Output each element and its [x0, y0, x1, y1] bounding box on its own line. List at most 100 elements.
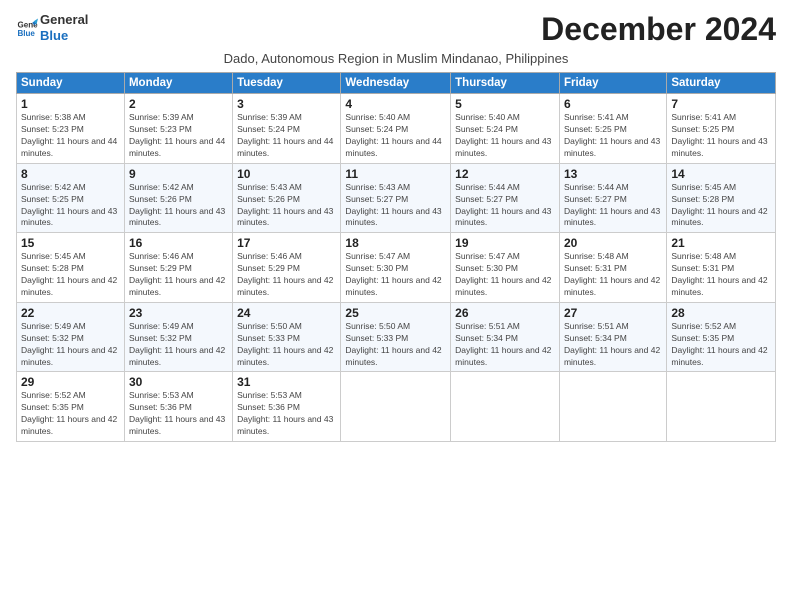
daylight-text: Daylight: 11 hours and 43 minutes.: [21, 206, 117, 228]
day-info: Sunrise: 5:39 AM Sunset: 5:23 PM Dayligh…: [129, 112, 228, 160]
sunrise-text: Sunrise: 5:39 AM: [129, 112, 194, 122]
table-row: 6 Sunrise: 5:41 AM Sunset: 5:25 PM Dayli…: [559, 94, 666, 164]
table-row: 28 Sunrise: 5:52 AM Sunset: 5:35 PM Dayl…: [667, 302, 776, 372]
sunset-text: Sunset: 5:28 PM: [671, 194, 734, 204]
col-wednesday: Wednesday: [341, 73, 451, 94]
day-number: 11: [345, 167, 446, 181]
sunset-text: Sunset: 5:25 PM: [564, 124, 627, 134]
table-row: 25 Sunrise: 5:50 AM Sunset: 5:33 PM Dayl…: [341, 302, 451, 372]
daylight-text: Daylight: 11 hours and 42 minutes.: [345, 275, 441, 297]
daylight-text: Daylight: 11 hours and 42 minutes.: [345, 345, 441, 367]
daylight-text: Daylight: 11 hours and 43 minutes.: [237, 206, 333, 228]
calendar-week-row: 22 Sunrise: 5:49 AM Sunset: 5:32 PM Dayl…: [17, 302, 776, 372]
day-info: Sunrise: 5:51 AM Sunset: 5:34 PM Dayligh…: [564, 321, 662, 369]
sunrise-text: Sunrise: 5:42 AM: [21, 182, 86, 192]
logo: General Blue General Blue: [16, 12, 88, 43]
table-row: 30 Sunrise: 5:53 AM Sunset: 5:36 PM Dayl…: [124, 372, 232, 442]
day-number: 8: [21, 167, 120, 181]
table-row: 4 Sunrise: 5:40 AM Sunset: 5:24 PM Dayli…: [341, 94, 451, 164]
table-row: 14 Sunrise: 5:45 AM Sunset: 5:28 PM Dayl…: [667, 163, 776, 233]
table-row: 21 Sunrise: 5:48 AM Sunset: 5:31 PM Dayl…: [667, 233, 776, 303]
calendar-header-row: Sunday Monday Tuesday Wednesday Thursday…: [17, 73, 776, 94]
day-info: Sunrise: 5:46 AM Sunset: 5:29 PM Dayligh…: [129, 251, 228, 299]
table-row: 10 Sunrise: 5:43 AM Sunset: 5:26 PM Dayl…: [233, 163, 341, 233]
daylight-text: Daylight: 11 hours and 43 minutes.: [129, 414, 225, 436]
day-info: Sunrise: 5:40 AM Sunset: 5:24 PM Dayligh…: [455, 112, 555, 160]
sunrise-text: Sunrise: 5:53 AM: [237, 390, 302, 400]
sunrise-text: Sunrise: 5:41 AM: [671, 112, 736, 122]
day-info: Sunrise: 5:44 AM Sunset: 5:27 PM Dayligh…: [564, 182, 662, 230]
table-row: [559, 372, 666, 442]
daylight-text: Daylight: 11 hours and 43 minutes.: [237, 414, 333, 436]
daylight-text: Daylight: 11 hours and 43 minutes.: [129, 206, 225, 228]
sunrise-text: Sunrise: 5:46 AM: [129, 251, 194, 261]
day-info: Sunrise: 5:52 AM Sunset: 5:35 PM Dayligh…: [671, 321, 771, 369]
day-number: 28: [671, 306, 771, 320]
day-info: Sunrise: 5:42 AM Sunset: 5:26 PM Dayligh…: [129, 182, 228, 230]
day-info: Sunrise: 5:53 AM Sunset: 5:36 PM Dayligh…: [129, 390, 228, 438]
daylight-text: Daylight: 11 hours and 43 minutes.: [564, 136, 660, 158]
calendar-week-row: 29 Sunrise: 5:52 AM Sunset: 5:35 PM Dayl…: [17, 372, 776, 442]
page: General Blue General Blue December 2024 …: [0, 0, 792, 612]
day-number: 17: [237, 236, 336, 250]
sunset-text: Sunset: 5:23 PM: [129, 124, 192, 134]
daylight-text: Daylight: 11 hours and 42 minutes.: [21, 345, 117, 367]
col-sunday: Sunday: [17, 73, 125, 94]
logo-icon: General Blue: [16, 17, 38, 39]
daylight-text: Daylight: 11 hours and 42 minutes.: [455, 275, 551, 297]
sunrise-text: Sunrise: 5:46 AM: [237, 251, 302, 261]
day-info: Sunrise: 5:53 AM Sunset: 5:36 PM Dayligh…: [237, 390, 336, 438]
day-info: Sunrise: 5:40 AM Sunset: 5:24 PM Dayligh…: [345, 112, 446, 160]
daylight-text: Daylight: 11 hours and 42 minutes.: [237, 275, 333, 297]
day-number: 3: [237, 97, 336, 111]
daylight-text: Daylight: 11 hours and 44 minutes.: [237, 136, 333, 158]
daylight-text: Daylight: 11 hours and 42 minutes.: [129, 275, 225, 297]
day-number: 30: [129, 375, 228, 389]
daylight-text: Daylight: 11 hours and 44 minutes.: [129, 136, 225, 158]
sunset-text: Sunset: 5:26 PM: [129, 194, 192, 204]
sunrise-text: Sunrise: 5:45 AM: [21, 251, 86, 261]
day-number: 13: [564, 167, 662, 181]
day-info: Sunrise: 5:47 AM Sunset: 5:30 PM Dayligh…: [455, 251, 555, 299]
day-info: Sunrise: 5:50 AM Sunset: 5:33 PM Dayligh…: [345, 321, 446, 369]
daylight-text: Daylight: 11 hours and 43 minutes.: [455, 206, 551, 228]
day-number: 27: [564, 306, 662, 320]
svg-text:Blue: Blue: [17, 29, 35, 38]
sunset-text: Sunset: 5:27 PM: [345, 194, 408, 204]
daylight-text: Daylight: 11 hours and 42 minutes.: [671, 345, 767, 367]
day-info: Sunrise: 5:51 AM Sunset: 5:34 PM Dayligh…: [455, 321, 555, 369]
daylight-text: Daylight: 11 hours and 42 minutes.: [21, 414, 117, 436]
daylight-text: Daylight: 11 hours and 42 minutes.: [237, 345, 333, 367]
table-row: 5 Sunrise: 5:40 AM Sunset: 5:24 PM Dayli…: [451, 94, 560, 164]
daylight-text: Daylight: 11 hours and 42 minutes.: [564, 275, 660, 297]
table-row: 12 Sunrise: 5:44 AM Sunset: 5:27 PM Dayl…: [451, 163, 560, 233]
daylight-text: Daylight: 11 hours and 44 minutes.: [21, 136, 117, 158]
daylight-text: Daylight: 11 hours and 44 minutes.: [345, 136, 441, 158]
daylight-text: Daylight: 11 hours and 42 minutes.: [671, 206, 767, 228]
sunset-text: Sunset: 5:33 PM: [237, 333, 300, 343]
day-number: 1: [21, 97, 120, 111]
calendar-week-row: 15 Sunrise: 5:45 AM Sunset: 5:28 PM Dayl…: [17, 233, 776, 303]
sunset-text: Sunset: 5:28 PM: [21, 263, 84, 273]
day-number: 7: [671, 97, 771, 111]
sunrise-text: Sunrise: 5:50 AM: [345, 321, 410, 331]
sunset-text: Sunset: 5:34 PM: [564, 333, 627, 343]
sunrise-text: Sunrise: 5:40 AM: [345, 112, 410, 122]
day-info: Sunrise: 5:39 AM Sunset: 5:24 PM Dayligh…: [237, 112, 336, 160]
day-info: Sunrise: 5:48 AM Sunset: 5:31 PM Dayligh…: [564, 251, 662, 299]
sunrise-text: Sunrise: 5:42 AM: [129, 182, 194, 192]
sunset-text: Sunset: 5:35 PM: [21, 402, 84, 412]
daylight-text: Daylight: 11 hours and 42 minutes.: [671, 275, 767, 297]
day-number: 12: [455, 167, 555, 181]
sunset-text: Sunset: 5:35 PM: [671, 333, 734, 343]
day-number: 9: [129, 167, 228, 181]
day-info: Sunrise: 5:41 AM Sunset: 5:25 PM Dayligh…: [564, 112, 662, 160]
table-row: 13 Sunrise: 5:44 AM Sunset: 5:27 PM Dayl…: [559, 163, 666, 233]
table-row: 18 Sunrise: 5:47 AM Sunset: 5:30 PM Dayl…: [341, 233, 451, 303]
sunrise-text: Sunrise: 5:43 AM: [345, 182, 410, 192]
day-number: 10: [237, 167, 336, 181]
sunset-text: Sunset: 5:32 PM: [21, 333, 84, 343]
sunset-text: Sunset: 5:26 PM: [237, 194, 300, 204]
day-number: 23: [129, 306, 228, 320]
day-number: 19: [455, 236, 555, 250]
